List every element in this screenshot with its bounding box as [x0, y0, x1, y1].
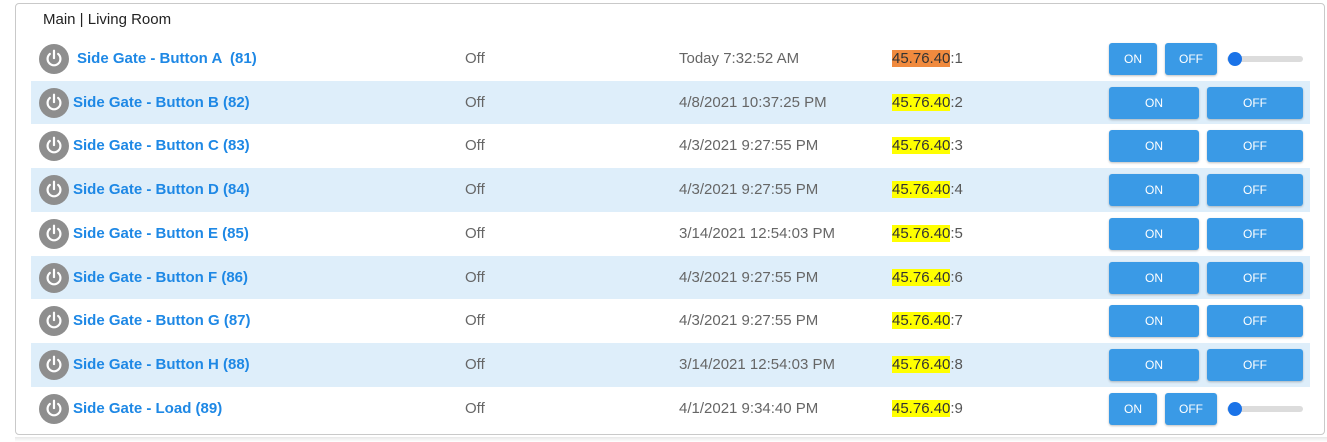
power-icon[interactable]: [39, 350, 69, 380]
address-highlight: 45.76.40: [892, 356, 951, 373]
device-row: Side Gate - Button D (84) Off 4/3/2021 9…: [31, 168, 1310, 212]
device-address: 45.76.40:9: [892, 400, 963, 417]
device-status: Off: [465, 356, 485, 373]
address-highlight: 45.76.40: [892, 312, 951, 329]
slider-thumb[interactable]: [1228, 52, 1242, 66]
device-name-link[interactable]: Side Gate - Button B (82): [73, 94, 250, 111]
device-row: Side Gate - Button B (82) Off 4/8/2021 1…: [31, 81, 1310, 125]
device-status: Off: [465, 137, 485, 154]
device-address: 45.76.40:4: [892, 181, 963, 198]
address-suffix: :5: [950, 225, 963, 242]
device-address: 45.76.40:3: [892, 137, 963, 154]
off-button[interactable]: OFF: [1207, 262, 1303, 294]
device-address: 45.76.40:5: [892, 225, 963, 242]
last-changed-time: Today 7:32:52 AM: [679, 50, 800, 67]
device-status: Off: [465, 50, 485, 67]
device-name-link[interactable]: Side Gate - Button A (81): [77, 50, 257, 67]
on-button[interactable]: ON: [1109, 87, 1199, 119]
device-row: Side Gate - Button F (86) Off 4/3/2021 9…: [31, 256, 1310, 300]
power-icon[interactable]: [39, 88, 69, 118]
device-row: Side Gate - Button E (85) Off 3/14/2021 …: [31, 212, 1310, 256]
address-highlight: 45.76.40: [892, 50, 951, 67]
address-highlight: 45.76.40: [892, 181, 951, 198]
last-changed-time: 4/8/2021 10:37:25 PM: [679, 94, 827, 111]
power-icon[interactable]: [39, 394, 69, 424]
device-name-link[interactable]: Side Gate - Button D (84): [73, 181, 250, 198]
device-row: Side Gate - Load (89) Off 4/1/2021 9:34:…: [31, 387, 1310, 431]
device-status: Off: [465, 269, 485, 286]
address-suffix: :3: [950, 137, 963, 154]
device-row: Side Gate - Button G (87) Off 4/3/2021 9…: [31, 299, 1310, 343]
off-button[interactable]: OFF: [1165, 43, 1217, 75]
power-icon[interactable]: [39, 131, 69, 161]
device-name-link[interactable]: Side Gate - Button C (83): [73, 137, 250, 154]
power-icon[interactable]: [39, 219, 69, 249]
off-button[interactable]: OFF: [1165, 393, 1217, 425]
address-suffix: :1: [950, 50, 963, 67]
address-highlight: 45.76.40: [892, 137, 951, 154]
last-changed-time: 3/14/2021 12:54:03 PM: [679, 225, 835, 242]
last-changed-time: 4/1/2021 9:34:40 PM: [679, 400, 819, 417]
on-button[interactable]: ON: [1109, 349, 1199, 381]
on-button[interactable]: ON: [1109, 393, 1157, 425]
off-button[interactable]: OFF: [1207, 87, 1303, 119]
device-name-link[interactable]: Side Gate - Load (89): [73, 400, 222, 417]
address-highlight: 45.76.40: [892, 225, 951, 242]
panel-divider: [15, 437, 1327, 442]
device-status: Off: [465, 225, 485, 242]
on-button[interactable]: ON: [1109, 305, 1199, 337]
address-highlight: 45.76.40: [892, 400, 951, 417]
device-name-link[interactable]: Side Gate - Button H (88): [73, 356, 250, 373]
dimmer-slider[interactable]: [1227, 52, 1303, 66]
on-button[interactable]: ON: [1109, 43, 1157, 75]
last-changed-time: 4/3/2021 9:27:55 PM: [679, 312, 819, 329]
device-status: Off: [465, 94, 485, 111]
slider-thumb[interactable]: [1228, 402, 1242, 416]
power-icon[interactable]: [39, 175, 69, 205]
last-changed-time: 4/3/2021 9:27:55 PM: [679, 137, 819, 154]
device-address: 45.76.40:1: [892, 50, 963, 67]
on-button[interactable]: ON: [1109, 130, 1199, 162]
device-address: 45.76.40:8: [892, 356, 963, 373]
address-suffix: :6: [950, 269, 963, 286]
device-row: Side Gate - Button A (81) Off Today 7:32…: [31, 37, 1310, 81]
last-changed-time: 4/3/2021 9:27:55 PM: [679, 269, 819, 286]
device-name-link[interactable]: Side Gate - Button E (85): [73, 225, 249, 242]
on-button[interactable]: ON: [1109, 262, 1199, 294]
off-button[interactable]: OFF: [1207, 349, 1303, 381]
power-icon[interactable]: [39, 306, 69, 336]
device-address: 45.76.40:2: [892, 94, 963, 111]
address-highlight: 45.76.40: [892, 94, 951, 111]
device-row: Side Gate - Button C (83) Off 4/3/2021 9…: [31, 124, 1310, 168]
device-status: Off: [465, 181, 485, 198]
off-button[interactable]: OFF: [1207, 174, 1303, 206]
address-suffix: :9: [950, 400, 963, 417]
address-suffix: :2: [950, 94, 963, 111]
device-name-link[interactable]: Side Gate - Button G (87): [73, 312, 251, 329]
on-button[interactable]: ON: [1109, 174, 1199, 206]
address-highlight: 45.76.40: [892, 269, 951, 286]
power-icon[interactable]: [39, 263, 69, 293]
device-address: 45.76.40:6: [892, 269, 963, 286]
last-changed-time: 3/14/2021 12:54:03 PM: [679, 356, 835, 373]
address-suffix: :7: [950, 312, 963, 329]
off-button[interactable]: OFF: [1207, 305, 1303, 337]
last-changed-time: 4/3/2021 9:27:55 PM: [679, 181, 819, 198]
address-suffix: :8: [950, 356, 963, 373]
device-status: Off: [465, 312, 485, 329]
device-status: Off: [465, 400, 485, 417]
panel-title: Main | Living Room: [43, 11, 172, 28]
dimmer-slider[interactable]: [1227, 402, 1303, 416]
device-name-link[interactable]: Side Gate - Button F (86): [73, 269, 248, 286]
off-button[interactable]: OFF: [1207, 218, 1303, 250]
on-button[interactable]: ON: [1109, 218, 1199, 250]
device-address: 45.76.40:7: [892, 312, 963, 329]
off-button[interactable]: OFF: [1207, 130, 1303, 162]
address-suffix: :4: [950, 181, 963, 198]
device-row: Side Gate - Button H (88) Off 3/14/2021 …: [31, 343, 1310, 387]
power-icon[interactable]: [39, 44, 69, 74]
